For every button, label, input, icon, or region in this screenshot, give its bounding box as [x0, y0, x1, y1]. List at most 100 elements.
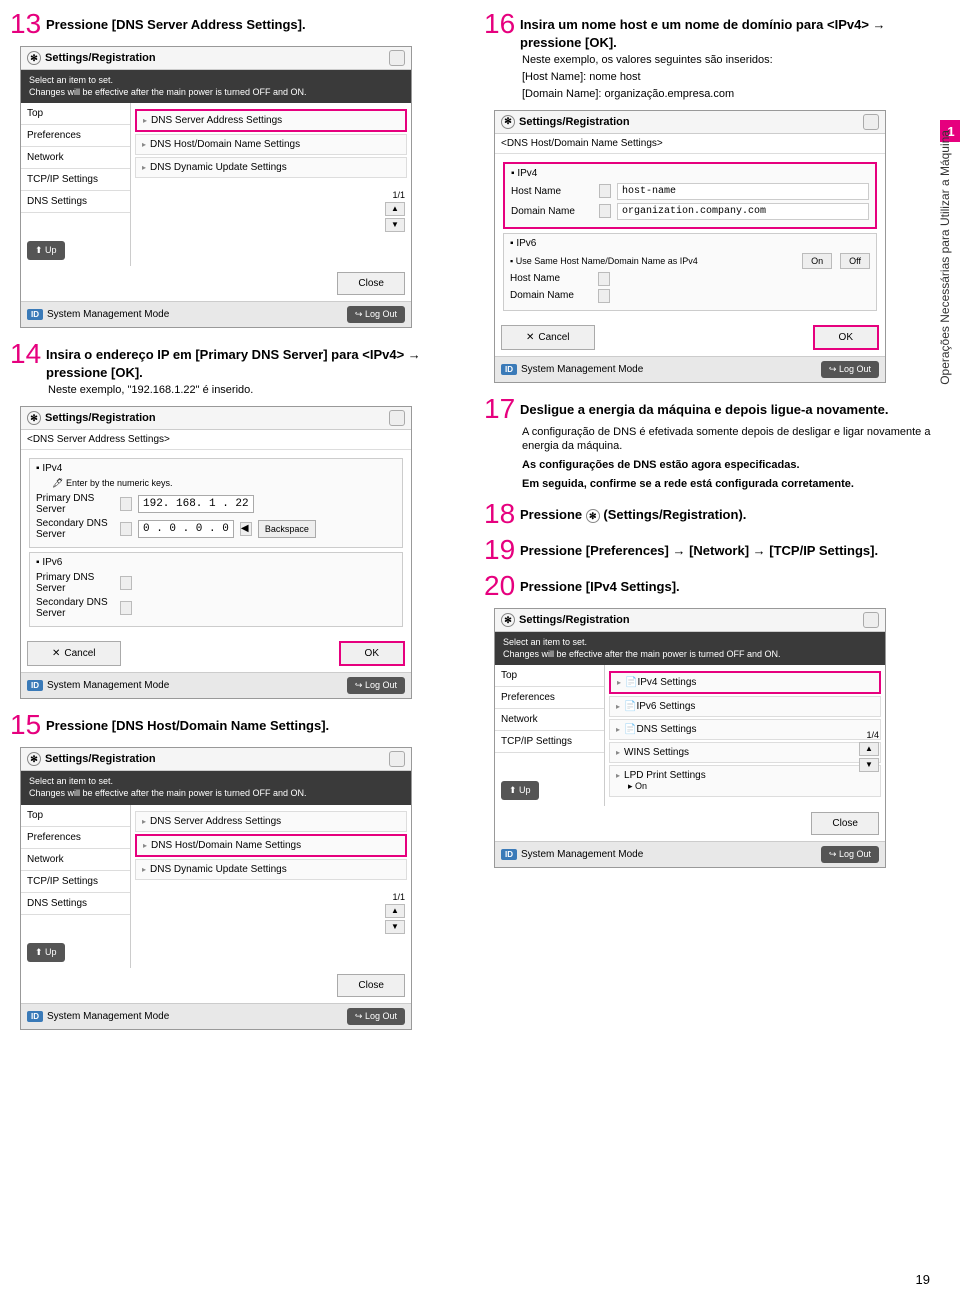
breadcrumb-panel: Top Preferences Network TCP/IP Settings … [495, 665, 605, 806]
crumb-network[interactable]: Network [21, 849, 130, 871]
up-button[interactable]: ⬆ Up [27, 943, 65, 962]
id-badge: ID [501, 849, 517, 860]
chevron-icon[interactable] [120, 497, 132, 511]
item-dns-settings[interactable]: ▸📄 DNS Settings [609, 719, 881, 740]
up-button[interactable]: ⬆ Up [27, 241, 65, 260]
chevron-icon[interactable] [598, 289, 610, 303]
step-text: Desligue a energia da máquina e depois l… [520, 395, 888, 419]
page-up[interactable]: ▲ [385, 904, 405, 918]
step-text: Insira o endereço IP em [Primary DNS Ser… [46, 340, 466, 381]
crumb-top[interactable]: Top [495, 665, 604, 687]
cancel-button[interactable]: ✕ Cancel [501, 325, 595, 350]
screenshot-dns-address: ✻Settings/Registration <DNS Server Addre… [20, 406, 466, 699]
off-button[interactable]: Off [840, 253, 870, 269]
step-note: A configuração de DNS é efetivada soment… [522, 425, 940, 455]
help-icon[interactable] [389, 410, 405, 426]
step-13: 13 Pressione [DNS Server Address Setting… [10, 10, 466, 38]
logout-button[interactable]: ↪ Log Out [347, 306, 405, 323]
cursor-left-icon[interactable]: ◀ [240, 522, 252, 536]
item-dns-server-address[interactable]: ▸DNS Server Address Settings [135, 109, 407, 132]
page-down[interactable]: ▼ [385, 218, 405, 232]
help-icon[interactable] [863, 612, 879, 628]
window-title: Settings/Registration [519, 116, 630, 128]
item-dns-host-domain[interactable]: ▸DNS Host/Domain Name Settings [135, 834, 407, 857]
hostname-input[interactable]: host-name [617, 183, 869, 200]
up-button[interactable]: ⬆ Up [501, 781, 539, 800]
step-note: [Host Name]: nome host [522, 70, 940, 85]
step-16: 16 Insira um nome host e um nome de domí… [484, 10, 940, 102]
help-icon[interactable] [389, 751, 405, 767]
item-wins-settings[interactable]: ▸WINS Settings [609, 742, 881, 763]
primary-dns-input[interactable]: 192. 168. 1 . 22 [138, 495, 254, 513]
logout-button[interactable]: ↪ Log Out [347, 677, 405, 694]
crumb-preferences[interactable]: Preferences [21, 125, 130, 147]
label-domainname: Domain Name [511, 206, 593, 217]
label-domainname: Domain Name [510, 290, 592, 301]
help-icon[interactable] [389, 50, 405, 66]
crumb-tcpip[interactable]: TCP/IP Settings [21, 169, 130, 191]
on-button[interactable]: On [802, 253, 832, 269]
screenshot-dns-settings: ✻Settings/Registration Select an item to… [20, 46, 466, 328]
screenshot-dns-settings-2: ✻Settings/Registration Select an item to… [20, 747, 466, 1029]
page-up[interactable]: ▲ [385, 202, 405, 216]
secondary-dns-input[interactable]: 0 . 0 . 0 . 0 [138, 520, 234, 538]
crumb-network[interactable]: Network [495, 709, 604, 731]
mode-label: System Management Mode [47, 309, 169, 320]
step-text: Pressione [DNS Server Address Settings]. [46, 10, 306, 34]
group-ipv4: IPv4 [42, 463, 62, 474]
crumb-tcpip[interactable]: TCP/IP Settings [21, 871, 130, 893]
help-icon[interactable] [863, 114, 879, 130]
page-up[interactable]: ▲ [859, 742, 879, 756]
crumb-preferences[interactable]: Preferences [21, 827, 130, 849]
domainname-input[interactable]: organization.company.com [617, 203, 869, 220]
gear-icon: ✻ [27, 752, 41, 766]
cancel-button[interactable]: ✕ Cancel [27, 641, 121, 666]
crumb-dns[interactable]: DNS Settings [21, 191, 130, 213]
screenshot-tcpip: ✻Settings/Registration Select an item to… [494, 608, 940, 868]
item-ipv6-settings[interactable]: ▸📄 IPv6 Settings [609, 696, 881, 717]
id-badge: ID [27, 309, 43, 320]
label-secondary: Secondary DNS Server [36, 518, 114, 540]
gear-icon: ✻ [501, 115, 515, 129]
item-ipv4-settings[interactable]: ▸📄 IPv4 Settings [609, 671, 881, 694]
gear-icon: ✻ [27, 51, 41, 65]
crumb-tcpip[interactable]: TCP/IP Settings [495, 731, 604, 753]
step-note: Neste exemplo, "192.168.1.22" é inserido… [48, 383, 466, 398]
item-dns-dynamic[interactable]: ▸DNS Dynamic Update Settings [135, 859, 407, 880]
close-button[interactable]: Close [811, 812, 879, 835]
chevron-icon[interactable] [120, 576, 132, 590]
page-down[interactable]: ▼ [859, 758, 879, 772]
ok-button[interactable]: OK [813, 325, 879, 350]
step-17: 17 Desligue a energia da máquina e depoi… [484, 395, 940, 492]
item-dns-host-domain[interactable]: ▸DNS Host/Domain Name Settings [135, 134, 407, 155]
crumb-preferences[interactable]: Preferences [495, 687, 604, 709]
instruction-banner: Select an item to set.Changes will be ef… [495, 632, 885, 665]
chevron-icon[interactable] [120, 601, 132, 615]
crumb-network[interactable]: Network [21, 147, 130, 169]
breadcrumb-panel: Top Preferences Network TCP/IP Settings … [21, 805, 131, 968]
mode-label: System Management Mode [47, 680, 169, 691]
label-primary: Primary DNS Server [36, 493, 114, 515]
crumb-dns[interactable]: DNS Settings [21, 893, 130, 915]
item-lpd-settings[interactable]: ▸LPD Print Settings ▸ On [609, 765, 881, 797]
id-badge: ID [27, 1011, 43, 1022]
item-dns-dynamic[interactable]: ▸DNS Dynamic Update Settings [135, 157, 407, 178]
logout-button[interactable]: ↪ Log Out [347, 1008, 405, 1025]
close-button[interactable]: Close [337, 272, 405, 295]
same-option: Use Same Host Name/Domain Name as IPv4 [516, 256, 698, 266]
chevron-icon[interactable] [599, 204, 611, 218]
close-button[interactable]: Close [337, 974, 405, 997]
item-dns-server-address[interactable]: ▸DNS Server Address Settings [135, 811, 407, 832]
page-down[interactable]: ▼ [385, 920, 405, 934]
page-indicator: 1/1 [385, 892, 405, 902]
logout-button[interactable]: ↪ Log Out [821, 846, 879, 863]
logout-button[interactable]: ↪ Log Out [821, 361, 879, 378]
window-title: Settings/Registration [45, 412, 156, 424]
crumb-top[interactable]: Top [21, 103, 130, 125]
chevron-icon[interactable] [599, 184, 611, 198]
backspace-button[interactable]: Backspace [258, 520, 316, 538]
crumb-top[interactable]: Top [21, 805, 130, 827]
ok-button[interactable]: OK [339, 641, 405, 666]
chevron-icon[interactable] [120, 522, 132, 536]
chevron-icon[interactable] [598, 272, 610, 286]
